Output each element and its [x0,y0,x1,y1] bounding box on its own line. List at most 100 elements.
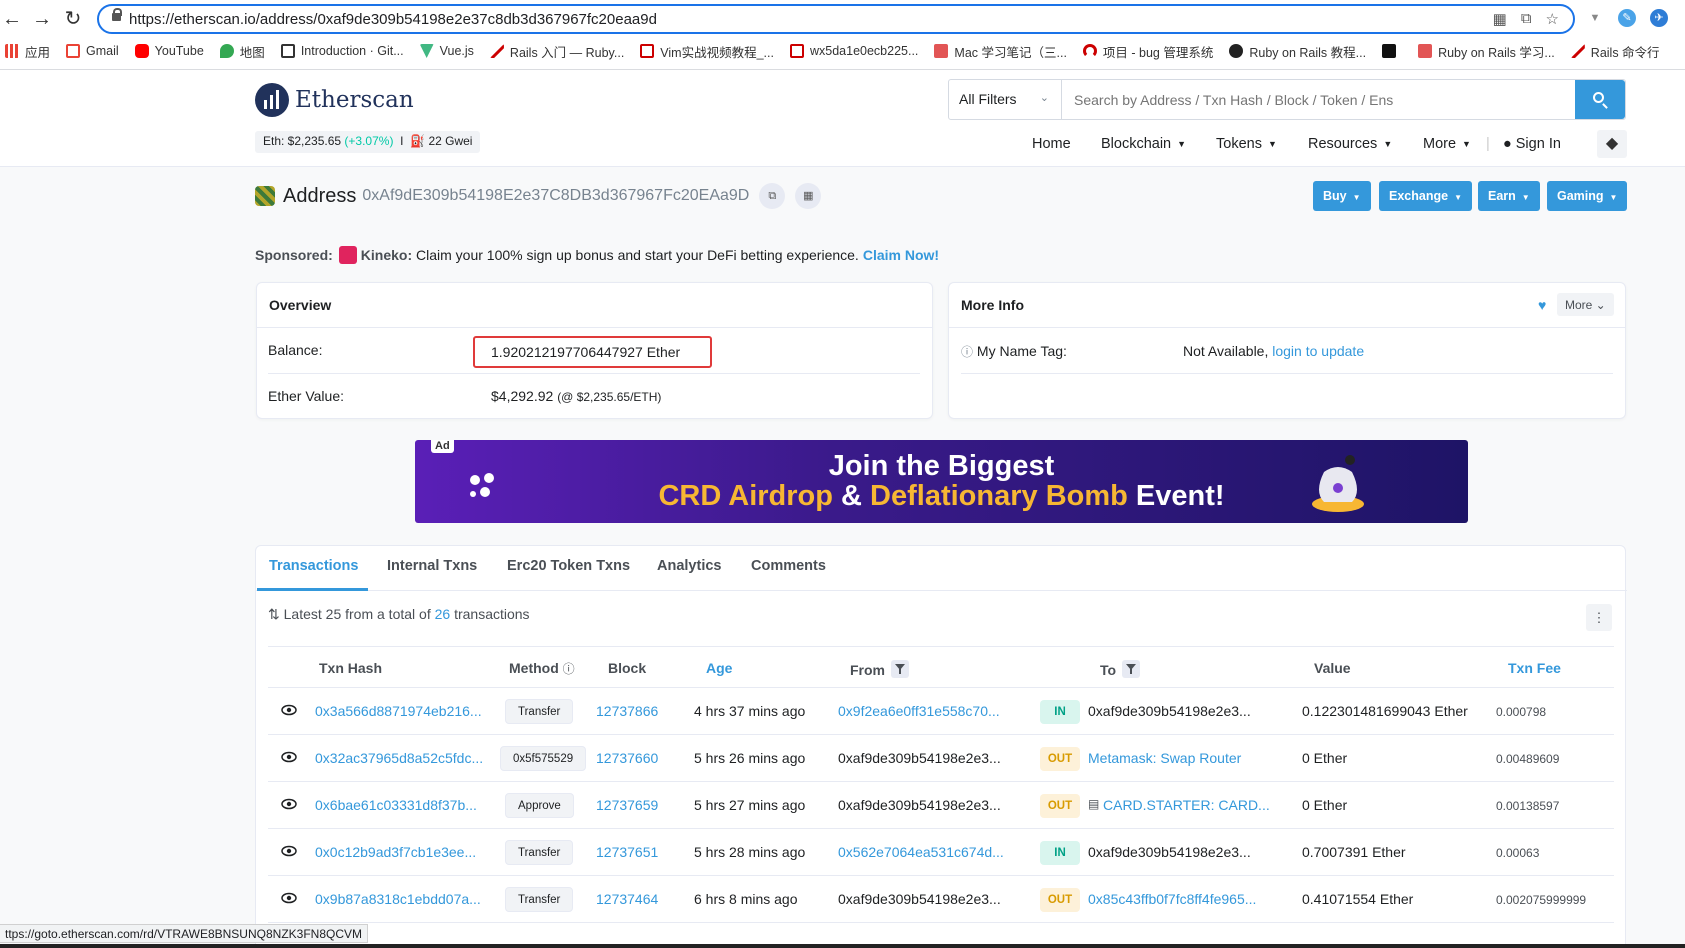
method-badge: Transfer [505,840,574,865]
star-icon[interactable]: ☆ [1546,10,1559,28]
nav-resources[interactable]: Resources ▼ [1308,134,1392,154]
table-row: 0x32ac37965d8a52c5fdc... 0x5f575529 127376… [268,735,1614,782]
tab-analytics[interactable]: Analytics [657,558,721,574]
eye-icon[interactable] [281,702,297,718]
age-text: 4 hrs 37 mins ago [694,703,806,719]
qr-icon[interactable]: ▦ [1493,10,1507,28]
bookmark-vue[interactable]: Vue.js [419,44,474,58]
exchange-button[interactable]: Exchange ▼ [1379,181,1472,211]
nav-divider: | [1486,136,1490,152]
eye-icon[interactable] [281,890,297,906]
translate-icon[interactable]: ⧉ [1521,10,1532,28]
sign-in-link[interactable]: ● Sign In [1503,134,1561,154]
txn-fee-text: 0.00489609 [1496,752,1560,766]
bookmark-rails-cli[interactable]: Rails 命令行 [1570,42,1660,61]
active-tab-indicator [257,588,368,591]
eth-change: (+3.07%) [344,134,394,148]
bookmark-apps[interactable]: 应用 [5,42,50,61]
txn-fee-text: 0.002075999999 [1496,893,1587,907]
filter-icon[interactable] [1122,660,1141,678]
nav-home[interactable]: Home [1032,134,1071,154]
etherscan-logo[interactable]: Etherscan [255,83,414,117]
bookmark-gitbook[interactable]: Introduction · Git... [280,44,404,58]
txn-hash-link[interactable]: 0x32ac37965d8a52c5fdc... [315,750,483,766]
address-bar[interactable]: https://etherscan.io/address/0xaf9de309b… [97,4,1575,34]
to-address[interactable]: 0x85c43ffb0f7fc8ff4fe965... [1088,891,1256,907]
qr-code-icon[interactable]: ▦ [795,183,822,209]
extension-compass-icon[interactable]: ✈ [1650,9,1668,27]
col-age[interactable]: Age [706,660,732,676]
from-address[interactable]: 0x562e7064ea531c674d... [838,844,1004,860]
tab-internal-txns[interactable]: Internal Txns [387,558,477,574]
search-group: All Filters ⌄ [948,79,1626,120]
ad-banner[interactable]: Ad Join the Biggest CRD Airdrop & Deflat… [415,440,1468,523]
gaming-button[interactable]: Gaming ▼ [1547,181,1628,211]
horizontal-scrollbar[interactable] [0,944,1685,948]
earn-button[interactable]: Earn ▼ [1478,181,1540,211]
tab-transactions[interactable]: Transactions [269,558,358,574]
col-txn-fee[interactable]: Txn Fee [1508,660,1561,676]
from-address[interactable]: 0x9f2ea6e0ff31e558c70... [838,703,1000,719]
method-badge: Transfer [505,699,574,724]
name-tag-value: Not Available, login to update [1183,343,1365,359]
bookmark-ruby[interactable]: Ruby on Rails 教程... [1229,42,1366,61]
bookmark-bug[interactable]: 项目 - bug 管理系统 [1082,42,1213,61]
eye-icon[interactable] [281,749,297,765]
extension-feather-icon[interactable]: ✎ [1618,9,1636,27]
reload-icon[interactable]: ↻ [63,9,83,29]
table-row: 0x6bae61c03331d8f37b... Approve 12737659 5 … [268,782,1614,829]
search-input[interactable] [1062,80,1575,119]
txn-hash-link[interactable]: 0x0c12b9ad3f7cb1e3ee... [315,844,476,860]
txn-hash-link[interactable]: 0x9b87a8318c1ebdd07a... [315,891,481,907]
bookmark-vim[interactable]: Vim实战视频教程_... [640,42,774,61]
txn-hash-link[interactable]: 0x3a566d8871974eb216... [315,703,482,719]
more-options-icon[interactable]: ⋮ [1586,604,1612,631]
heart-icon[interactable]: ♥ [1538,297,1554,313]
search-button[interactable] [1575,80,1625,119]
balance-value: 1.920212197706447927 Ether [473,336,712,368]
nav-blockchain[interactable]: Blockchain ▼ [1101,134,1186,154]
col-value: Value [1314,660,1351,676]
txn-hash-link[interactable]: 0x6bae61c03331d8f37b... [315,797,477,813]
contract-file-icon: ▤ [1088,797,1100,811]
transaction-count-link[interactable]: 26 [435,606,451,622]
block-link[interactable]: 12737659 [596,797,658,813]
copy-icon[interactable]: ⧉ [759,183,786,209]
block-link[interactable]: 12737866 [596,703,658,719]
bookmark-wx[interactable]: wx5da1e0ecb225... [789,44,918,58]
eye-icon[interactable] [281,843,297,859]
forward-arrow-icon[interactable]: → [32,9,52,29]
to-address[interactable]: Metamask: Swap Router [1088,750,1241,766]
block-link[interactable]: 12737651 [596,844,658,860]
url-text[interactable]: https://etherscan.io/address/0xaf9de309b… [129,11,657,28]
bookmark-ruby-learn[interactable]: Ruby on Rails 学习... [1418,42,1555,61]
chevron-down-icon: ▼ [1609,193,1618,202]
to-address[interactable]: CARD.STARTER: CARD... [1103,797,1270,813]
back-arrow-icon[interactable]: ← [2,9,22,29]
method-badge: Approve [505,793,574,818]
rails-icon [1570,44,1585,58]
nav-more[interactable]: More ▼ [1423,134,1471,154]
filter-icon[interactable] [891,660,909,678]
bookmark-mac[interactable]: Mac 学习笔记（三... [934,42,1067,61]
block-link[interactable]: 12737464 [596,891,658,907]
buy-button[interactable]: Buy ▼ [1313,181,1371,211]
ethereum-network-icon[interactable]: ◆ [1597,130,1627,158]
address-heading: Address 0xAf9dE309b54198E2e37C8DB3d36796… [255,183,822,209]
bookmark-n[interactable] [1382,44,1402,58]
vue-icon [419,44,434,58]
block-link[interactable]: 12737660 [596,750,658,766]
more-dropdown-button[interactable]: More ⌄ [1557,293,1614,316]
claim-now-link[interactable]: Claim Now! [863,247,939,263]
bookmark-maps[interactable]: 地图 [219,42,265,61]
eye-icon[interactable] [281,796,297,812]
tab-comments[interactable]: Comments [751,558,826,574]
extension-v-icon[interactable]: ▼ [1586,9,1604,27]
bookmark-rails[interactable]: Rails 入门 — Ruby... [489,42,624,61]
tab-erc20-token-txns[interactable]: Erc20 Token Txns [507,558,630,574]
bookmark-youtube[interactable]: YouTube [134,44,204,58]
bookmark-gmail[interactable]: Gmail [66,44,119,58]
nav-tokens[interactable]: Tokens ▼ [1216,134,1277,154]
login-to-update-link[interactable]: login to update [1272,343,1364,359]
filter-select[interactable]: All Filters ⌄ [949,80,1062,119]
